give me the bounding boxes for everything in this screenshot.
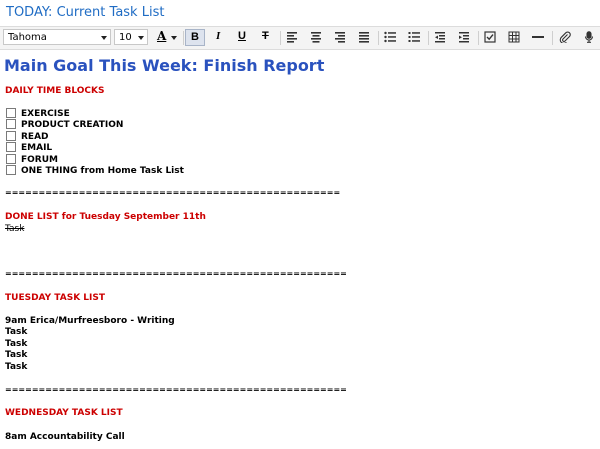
toolbar-divider — [428, 31, 429, 45]
microphone-icon — [584, 31, 594, 43]
checkbox[interactable] — [6, 142, 16, 152]
chevron-down-icon — [101, 36, 107, 40]
time-block-label: EXERCISE — [21, 109, 70, 119]
align-center-icon — [311, 32, 321, 43]
align-right-button[interactable] — [331, 29, 351, 46]
font-family-value: Tahoma — [8, 32, 47, 43]
chevron-down-icon — [138, 36, 144, 40]
horizontal-rule-icon — [532, 36, 544, 38]
align-left-icon — [287, 32, 297, 43]
checkbox[interactable] — [6, 154, 16, 164]
formatting-toolbar: Tahoma 10 A B I U T — [0, 26, 600, 50]
align-justify-icon — [359, 32, 369, 43]
task-item: 8am Accountability Call — [5, 432, 125, 442]
numbered-list-icon — [408, 32, 420, 42]
underline-icon: U — [238, 30, 246, 42]
time-block-label: PRODUCT CREATION — [21, 120, 124, 130]
divider-rule: ========================================… — [5, 385, 347, 394]
checkbox-icon — [484, 31, 496, 43]
outdent-icon — [435, 32, 445, 43]
underline-button[interactable]: U — [233, 29, 253, 46]
time-blocks-heading: DAILY TIME BLOCKS — [5, 86, 105, 96]
checkbox[interactable] — [6, 131, 16, 141]
align-right-icon — [335, 32, 345, 43]
divider-rule: ========================================… — [5, 269, 347, 278]
table-button[interactable] — [505, 29, 525, 46]
time-block-label: READ — [21, 132, 49, 142]
chevron-down-icon — [171, 36, 177, 40]
task-item: 9am Erica/Murfreesboro - Writing — [5, 316, 175, 326]
task-item: Task — [5, 362, 28, 372]
horizontal-rule-button[interactable] — [529, 29, 549, 46]
divider-rule: ========================================… — [5, 188, 341, 197]
toolbar-divider — [478, 31, 479, 45]
task-item: Task — [5, 339, 28, 349]
strikethrough-icon: T — [262, 30, 269, 42]
toolbar-divider — [280, 31, 281, 45]
task-item: Task — [5, 327, 28, 337]
tuesday-heading: TUESDAY TASK LIST — [5, 293, 106, 303]
bold-button[interactable]: B — [185, 29, 205, 46]
toolbar-divider — [183, 31, 184, 45]
numbered-list-button[interactable] — [405, 29, 425, 46]
text-color-button[interactable]: A — [154, 29, 180, 46]
time-block-label: FORUM — [21, 155, 58, 165]
done-list-heading: DONE LIST for Tuesday September 11th — [5, 212, 206, 222]
done-item: Task — [5, 224, 25, 234]
toolbar-divider — [552, 31, 553, 45]
task-item: Task — [5, 350, 28, 360]
time-block-label: EMAIL — [21, 143, 53, 153]
font-size-select[interactable]: 10 — [114, 29, 148, 45]
bold-icon: B — [191, 31, 199, 43]
bulleted-list-icon — [384, 31, 396, 43]
outdent-button[interactable] — [431, 29, 451, 46]
indent-button[interactable] — [455, 29, 475, 46]
wednesday-heading: WEDNESDAY TASK LIST — [5, 408, 123, 418]
text-color-icon: A — [157, 29, 167, 43]
font-size-value: 10 — [119, 32, 132, 43]
microphone-button[interactable] — [580, 29, 600, 46]
toolbar-divider — [378, 31, 379, 45]
checkbox[interactable] — [6, 108, 16, 118]
bulleted-list-button[interactable] — [381, 29, 401, 46]
table-icon — [508, 31, 520, 43]
title-bar: TODAY: Current Task List — [0, 0, 600, 26]
italic-button[interactable]: I — [209, 29, 229, 46]
indent-icon — [459, 32, 469, 43]
align-left-button[interactable] — [283, 29, 303, 46]
note-title[interactable]: TODAY: Current Task List — [6, 5, 164, 20]
align-center-button[interactable] — [307, 29, 327, 46]
time-block-label: ONE THING from Home Task List — [21, 166, 184, 176]
checkbox[interactable] — [6, 165, 16, 175]
checkbox-button[interactable] — [481, 29, 501, 46]
font-family-select[interactable]: Tahoma — [3, 29, 111, 45]
attachment-icon — [559, 31, 571, 43]
strikethrough-button[interactable]: T — [257, 29, 277, 46]
italic-icon: I — [216, 30, 221, 42]
main-goal-heading: Main Goal This Week: Finish Report — [4, 56, 325, 75]
checkbox[interactable] — [6, 119, 16, 129]
align-justify-button[interactable] — [355, 29, 375, 46]
attachment-button[interactable] — [556, 29, 576, 46]
